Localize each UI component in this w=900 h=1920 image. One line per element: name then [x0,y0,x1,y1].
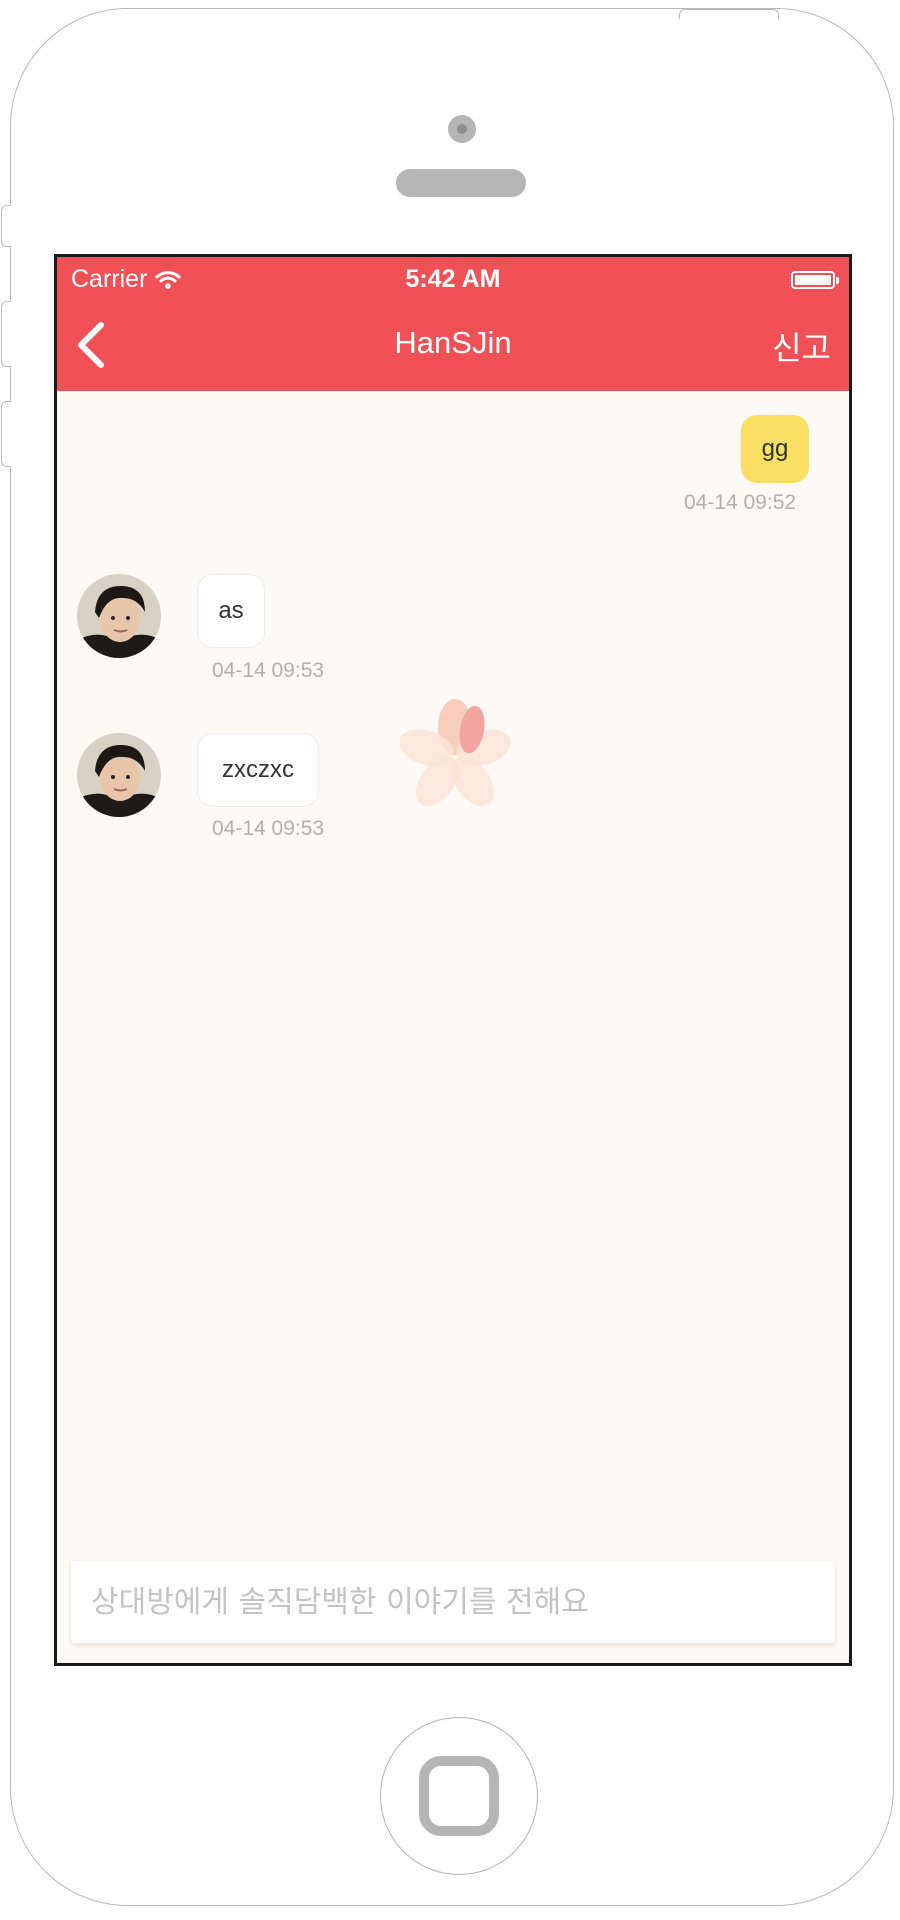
other-message-bubble[interactable]: as [197,574,265,648]
profile-photo [77,733,161,817]
earpiece-speaker [396,169,526,197]
message-time: 04-14 09:53 [212,817,325,840]
cherry-blossom-watermark-icon [399,699,511,807]
my-message-bubble[interactable]: gg [741,415,809,483]
other-message-bubble[interactable]: zxczxc [197,733,319,807]
message-time: 04-14 09:52 [684,491,797,514]
home-button[interactable] [380,1717,538,1875]
battery-icon [791,271,839,289]
volume-up-button [1,301,11,367]
nav-bar: HanSJin 신고 [57,303,849,391]
power-button [679,9,779,19]
report-button[interactable]: 신고 [772,323,831,369]
avatar[interactable] [77,574,161,658]
chat-area[interactable]: gg 04-14 09:52 as 04-14 09:53 zxczxc 04-… [57,391,849,1511]
status-time: 5:42 AM [405,265,501,293]
message-text: gg [761,435,789,462]
app-screen: Carrier 5:42 AM HanSJin 신고 gg 04-14 09:5… [54,254,852,1666]
message-text: as [218,597,244,624]
mute-switch [1,205,11,247]
message-time: 04-14 09:53 [212,659,325,682]
status-bar: Carrier 5:42 AM [57,257,849,303]
message-input[interactable] [71,1561,835,1643]
page-title: HanSJin [394,325,512,360]
home-square-icon [419,1756,499,1836]
profile-photo [77,574,161,658]
volume-down-button [1,401,11,467]
message-text: zxczxc [222,756,294,783]
avatar[interactable] [77,733,161,817]
front-camera [448,115,476,143]
message-input-bar [71,1561,835,1643]
